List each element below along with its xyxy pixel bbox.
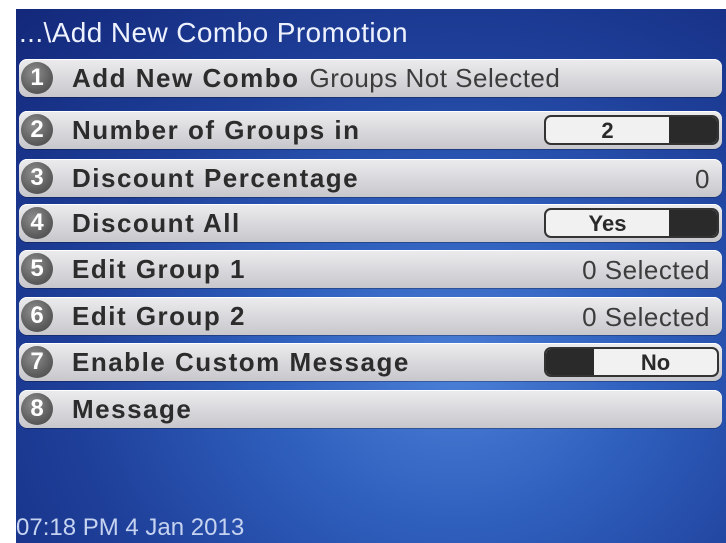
item-label: Discount Percentage — [72, 163, 360, 193]
item-label: Enable Custom Message — [72, 347, 410, 377]
item-number-badge: 8 — [21, 393, 53, 425]
item-number-badge: 1 — [21, 62, 53, 94]
add-new-combo-label: Add New Combo — [72, 63, 300, 93]
item-number-badge: 7 — [21, 346, 53, 378]
item-number-badge: 3 — [21, 162, 53, 194]
toggle-knob[interactable] — [546, 349, 594, 375]
selector-value: 2 — [601, 118, 614, 143]
menu-item-number-of-groups[interactable]: 2 Number of Groups in 2 — [19, 111, 722, 149]
number-of-groups-selector[interactable]: 2 — [544, 115, 719, 145]
page-title: ...\Add New Combo Promotion — [19, 17, 408, 48]
custom-message-toggle[interactable]: No — [544, 347, 719, 377]
status-datetime: 07:18 PM 4 Jan 2013 — [16, 514, 245, 541]
item-label: Add New Combo Groups Not Selected — [72, 63, 560, 94]
item-label: Discount All — [72, 208, 241, 238]
device-screen: ...\Add New Combo Promotion 1 Add New Co… — [16, 9, 726, 543]
item-label: Number of Groups in — [72, 115, 361, 145]
groups-status-value: Groups Not Selected — [309, 63, 561, 93]
discount-all-toggle[interactable]: Yes — [544, 208, 719, 238]
menu-item-enable-custom-message[interactable]: 7 Enable Custom Message No — [19, 343, 722, 381]
menu-item-discount-all[interactable]: 4 Discount All Yes — [19, 204, 722, 242]
menu-item-edit-group-2[interactable]: 6 Edit Group 2 0 Selected — [19, 297, 722, 335]
toggle-value: No — [640, 350, 671, 375]
menu-item-add-new-combo[interactable]: 1 Add New Combo Groups Not Selected — [19, 59, 722, 97]
menu-item-edit-group-1[interactable]: 5 Edit Group 1 0 Selected — [19, 250, 722, 288]
discount-percentage-value: 0 — [695, 164, 710, 194]
item-label: Edit Group 1 — [72, 254, 246, 284]
group-2-selection-value: 0 Selected — [582, 302, 710, 332]
item-number-badge: 5 — [21, 253, 53, 285]
item-label: Edit Group 2 — [72, 301, 246, 331]
group-1-selection-value: 0 Selected — [582, 255, 710, 285]
toggle-knob[interactable] — [669, 210, 717, 236]
item-number-badge: 2 — [21, 114, 53, 146]
menu-item-discount-percentage[interactable]: 3 Discount Percentage 0 — [19, 159, 722, 197]
item-number-badge: 4 — [21, 207, 53, 239]
item-label: Message — [72, 394, 193, 424]
menu-item-message[interactable]: 8 Message — [19, 390, 722, 428]
item-number-badge: 6 — [21, 300, 53, 332]
toggle-value: Yes — [588, 211, 627, 236]
selector-knob[interactable] — [669, 117, 717, 143]
